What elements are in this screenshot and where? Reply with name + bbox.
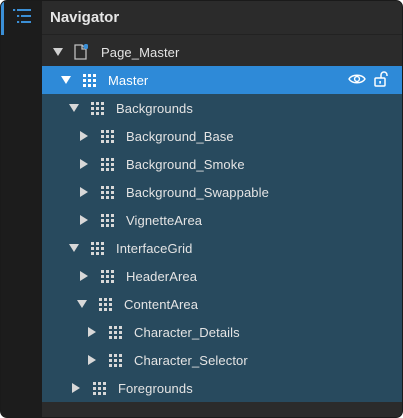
grid-icon <box>90 241 104 255</box>
tree-item-label: Master <box>108 72 149 88</box>
tree-item-master[interactable]: Master <box>42 66 402 94</box>
grid-icon <box>92 381 106 395</box>
tree-item-foregrounds[interactable]: Foregrounds <box>42 374 402 402</box>
caret-right-icon[interactable] <box>78 186 90 198</box>
caret-down-icon[interactable] <box>76 298 88 310</box>
tree-item-content-area[interactable]: ContentArea <box>42 290 402 318</box>
tree-item-backgrounds[interactable]: Backgrounds <box>42 94 402 122</box>
caret-down-icon[interactable] <box>68 242 80 254</box>
tree-item-label: Backgrounds <box>116 100 193 116</box>
tree-item-interface-grid[interactable]: InterfaceGrid <box>42 234 402 262</box>
tree-item-label: Page_Master <box>101 44 180 60</box>
unlock-icon[interactable] <box>374 70 388 90</box>
tree-item-label: VignetteArea <box>126 212 203 228</box>
caret-right-icon[interactable] <box>78 214 90 226</box>
navigator-list-icon <box>12 8 31 28</box>
panel-title: Navigator <box>42 1 402 35</box>
tree-item-label: Character_Selector <box>134 352 248 368</box>
navigator-panel: Navigator Page_Master Master Backgrounds… <box>42 1 402 417</box>
caret-right-icon[interactable] <box>70 382 82 394</box>
grid-icon <box>100 185 114 199</box>
element-tree: Page_Master Master Backgrounds Backgroun… <box>42 38 402 402</box>
grid-icon <box>82 73 96 87</box>
tree-item-vignette-area[interactable]: VignetteArea <box>42 206 402 234</box>
grid-icon <box>98 297 112 311</box>
row-tools <box>348 66 388 94</box>
tree-item-label: InterfaceGrid <box>116 240 193 256</box>
grid-icon <box>108 325 122 339</box>
caret-down-icon[interactable] <box>52 46 64 58</box>
grid-icon <box>108 353 122 367</box>
tree-item-character-details[interactable]: Character_Details <box>42 318 402 346</box>
tree-item-background-smoke[interactable]: Background_Smoke <box>42 150 402 178</box>
tree-item-background-base[interactable]: Background_Base <box>42 122 402 150</box>
tree-item-label: ContentArea <box>124 296 199 312</box>
caret-right-icon[interactable] <box>78 158 90 170</box>
page-icon <box>74 44 88 60</box>
tree-item-background-swappable[interactable]: Background_Swappable <box>42 178 402 206</box>
caret-right-icon[interactable] <box>78 130 90 142</box>
caret-right-icon[interactable] <box>78 270 90 282</box>
grid-icon <box>100 157 114 171</box>
navigator-toggle-button[interactable] <box>1 1 42 35</box>
caret-right-icon[interactable] <box>86 326 98 338</box>
grid-icon <box>90 101 104 115</box>
caret-down-icon[interactable] <box>60 74 72 86</box>
caret-right-icon[interactable] <box>86 354 98 366</box>
tree-item-label: Foregrounds <box>118 380 193 396</box>
grid-icon <box>100 213 114 227</box>
left-toolbar <box>1 1 43 417</box>
caret-down-icon[interactable] <box>68 102 80 114</box>
tree-item-label: HeaderArea <box>126 268 198 284</box>
grid-icon <box>100 269 114 283</box>
tree-item-label: Background_Smoke <box>126 156 245 172</box>
visibility-eye-icon[interactable] <box>348 73 366 88</box>
tree-item-label: Background_Swappable <box>126 184 269 200</box>
grid-icon <box>100 129 114 143</box>
tree-item-label: Character_Details <box>134 324 240 340</box>
tree-item-header-area[interactable]: HeaderArea <box>42 262 402 290</box>
tree-item-label: Background_Base <box>126 128 234 144</box>
navigator-window: Navigator Page_Master Master Backgrounds… <box>0 0 403 418</box>
tree-item-character-selector[interactable]: Character_Selector <box>42 346 402 374</box>
tree-item-page-master[interactable]: Page_Master <box>42 38 402 66</box>
